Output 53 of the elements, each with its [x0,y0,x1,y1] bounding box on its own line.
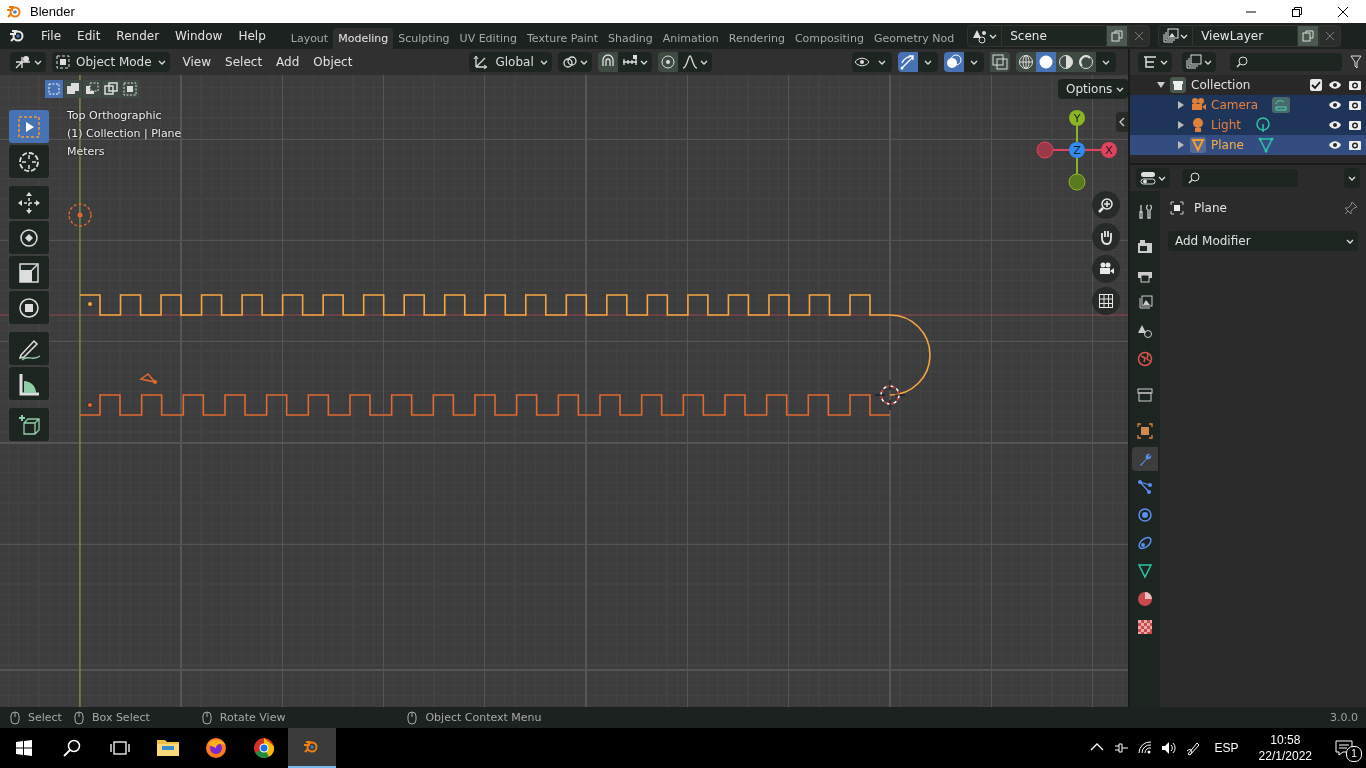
header-menu[interactable]: Add [269,55,307,69]
3d-viewport[interactable]: Options Top Orthographic (1) Collection | Plane Meters Y Z X [0,75,1128,707]
workspace-tab[interactable]: Layout [285,28,334,49]
workspace-tab[interactable]: Texture Paint [522,28,603,49]
collection-name: Collection [1191,78,1251,92]
workspace-tab[interactable]: Animation [657,28,724,49]
menu-item[interactable]: Window [167,26,231,46]
clock-button[interactable]: 10:58 22/1/2022 [1248,732,1322,764]
workspace-tab[interactable]: Geometry Nod [868,28,960,49]
view-layer-field[interactable]: ViewLayer [1193,25,1298,47]
header-menu[interactable]: Object [306,55,360,69]
viewport-info-text: Meters [67,145,106,159]
clock-date: 22/1/2022 [1258,748,1312,764]
outliner-row[interactable]: Plane [1130,135,1366,155]
workspace-tab[interactable]: Compositing [789,28,869,49]
workspace-tab[interactable]: Rendering [723,28,790,49]
workspace-tab[interactable]: Sculpting [393,28,455,49]
input-language[interactable]: ESP [1204,741,1249,755]
notification-count: 1 [1346,746,1362,762]
orientation-dropdown[interactable]: Global [469,52,552,72]
notifications-button[interactable]: 1 [1322,728,1366,768]
status-hint: Rotate View [219,711,286,724]
object-name: Plane [1194,201,1228,215]
add-modifier-dropdown[interactable]: Add Modifier [1168,231,1358,251]
object-name: Light [1211,118,1241,132]
version-label: 3.0.0 [1330,711,1358,724]
axis-handle[interactable]: Z [1069,142,1085,158]
axis-handle[interactable]: Y [1069,110,1085,143]
workspace-tab[interactable]: Shading [602,28,658,49]
viewport-info-text: Top Orthographic [67,109,163,123]
status-hint: Box Select [91,711,150,724]
axis-handle[interactable]: X [1084,142,1117,158]
menu-item[interactable]: File [33,26,70,46]
header-menu[interactable]: View [175,55,219,69]
workspace-tab[interactable]: UV Editing [454,28,522,49]
viewport-info-text: (1) Collection | Plane [67,127,182,141]
menu-item[interactable]: Edit [69,26,109,46]
scene-field[interactable]: Scene [1002,25,1107,47]
header-menu[interactable]: Select [218,55,270,69]
status-hint: Object Context Menu [425,711,542,724]
outliner-row[interactable]: Light [1130,115,1366,135]
status-hint: Select [28,711,62,724]
options-dropdown[interactable]: Options [1058,79,1128,99]
object-name: Camera [1211,98,1259,112]
menu-item[interactable]: Help [230,26,274,46]
workspace-tab[interactable]: Modeling [333,28,394,49]
menu-item[interactable]: Render [108,26,168,46]
window-title: Blender [30,4,76,19]
outliner-row[interactable]: Collection [1130,75,1366,95]
mode-dropdown[interactable]: Object Mode [52,52,170,72]
clock-time: 10:58 [1270,732,1301,748]
outliner-row[interactable]: Camera [1130,95,1366,115]
object-name: Plane [1211,138,1244,152]
